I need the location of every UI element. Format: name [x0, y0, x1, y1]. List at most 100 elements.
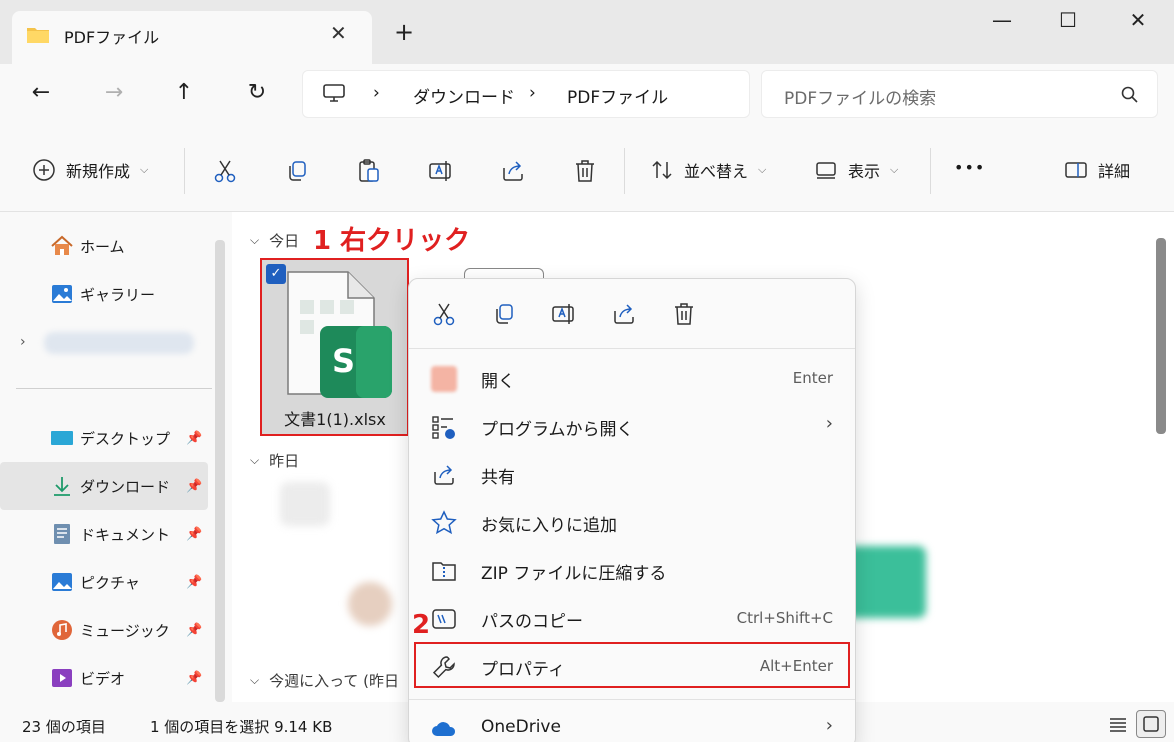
cloud-icon: [44, 332, 194, 354]
item-count: 23 個の項目: [22, 718, 106, 736]
close-window-button[interactable]: ✕: [1124, 8, 1152, 36]
pin-icon: 📌: [186, 526, 203, 542]
share-icon[interactable]: [500, 158, 526, 184]
sidebar-item-gallery[interactable]: ギャラリー: [0, 270, 208, 318]
more-options-button[interactable]: •••: [954, 158, 985, 177]
menu-item-onedrive[interactable]: OneDrive ›: [417, 705, 849, 742]
navigation-bar: ← → ↑ ↻ › ダウンロード › PDFファイル PDFファイルの検索: [0, 64, 1174, 128]
details-view-icon[interactable]: [1108, 716, 1128, 734]
chevron-right-icon: ›: [825, 715, 833, 736]
up-button[interactable]: ↑: [169, 78, 199, 108]
breadcrumb-downloads[interactable]: ダウンロード: [413, 83, 515, 108]
sidebar-item-home[interactable]: ホーム: [0, 222, 208, 270]
rename-icon[interactable]: [428, 158, 454, 184]
annotation-step1: 1 右クリック: [313, 226, 471, 256]
sidebar-item-videos[interactable]: ビデオ 📌: [0, 654, 208, 702]
download-icon: [54, 477, 70, 496]
address-bar[interactable]: › ダウンロード › PDFファイル: [302, 70, 750, 118]
video-icon: [52, 669, 72, 687]
sidebar-item-onedrive-blurred[interactable]: ›: [0, 318, 208, 366]
folder-icon: [27, 28, 49, 43]
chevron-right-icon: ›: [20, 334, 26, 350]
copy-path-icon: [432, 609, 456, 629]
view-label: 表示: [848, 162, 881, 181]
documents-icon: [54, 524, 70, 544]
delete-icon[interactable]: [671, 301, 697, 327]
divider: [409, 699, 855, 700]
home-icon: [51, 235, 73, 255]
delete-icon[interactable]: [572, 158, 598, 184]
blurred-file-thumbnail[interactable]: [348, 582, 392, 626]
sort-label: 並べ替え: [684, 162, 749, 181]
copy-icon[interactable]: [284, 158, 310, 184]
pin-icon: 📌: [186, 574, 203, 590]
context-quick-actions: [409, 279, 855, 349]
annotation-box-properties: [414, 642, 850, 688]
sidebar-item-pictures[interactable]: ピクチャ 📌: [0, 558, 208, 606]
cut-icon[interactable]: [431, 301, 457, 327]
rename-icon[interactable]: [551, 301, 577, 327]
refresh-button[interactable]: ↻: [242, 78, 272, 108]
pin-icon: 📌: [186, 670, 203, 686]
selection-info: 1 個の項目を選択 9.14 KB: [150, 718, 333, 736]
pictures-icon: [52, 573, 72, 591]
menu-item-open-with[interactable]: プログラムから開く ›: [417, 403, 849, 449]
search-input[interactable]: PDFファイルの検索: [761, 70, 1158, 118]
view-icon: [816, 162, 836, 179]
sidebar-scrollbar[interactable]: [215, 240, 225, 702]
gallery-icon: [52, 285, 72, 303]
chevron-down-icon: ⌵: [250, 673, 260, 687]
cut-icon[interactable]: [212, 158, 238, 184]
sidebar-item-music[interactable]: ミュージック 📌: [0, 606, 208, 654]
sort-icon: [652, 160, 672, 180]
copy-icon[interactable]: [491, 301, 517, 327]
share-icon[interactable]: [611, 301, 637, 327]
menu-item-copy-path[interactable]: パスのコピー Ctrl+Shift+C: [417, 595, 849, 641]
open-icon: [431, 366, 457, 392]
details-button[interactable]: 詳細: [1064, 158, 1130, 182]
chevron-down-icon: ⌵: [758, 163, 767, 176]
chevron-down-icon: ⌵: [890, 163, 899, 176]
menu-item-compress-zip[interactable]: ZIP ファイルに圧縮する: [417, 547, 849, 593]
annotation-box-file: [260, 258, 409, 436]
group-header-this-week[interactable]: ⌵ 今週に入って (昨日: [250, 670, 399, 691]
tab-pdf-folder[interactable]: PDFファイル ✕: [12, 11, 372, 64]
blurred-file-thumbnail[interactable]: [280, 482, 330, 526]
music-icon: [52, 620, 72, 640]
divider: [624, 148, 625, 194]
chevron-down-icon: ⌵: [140, 163, 149, 176]
divider: [184, 148, 185, 194]
plus-circle-icon: [33, 159, 55, 181]
menu-item-add-favorite[interactable]: お気に入りに追加: [417, 499, 849, 545]
breadcrumb-pdf-folder[interactable]: PDFファイル: [567, 83, 668, 108]
star-icon: [431, 510, 457, 535]
maximize-button[interactable]: ☐: [1054, 8, 1082, 36]
sidebar-item-desktop[interactable]: デスクトップ 📌: [0, 414, 208, 462]
tab-close-icon[interactable]: ✕: [330, 21, 347, 45]
group-header-yesterday[interactable]: ⌵ 昨日: [250, 450, 299, 471]
minimize-button[interactable]: —: [988, 8, 1016, 36]
menu-item-share[interactable]: 共有: [417, 451, 849, 497]
sort-button[interactable]: 並べ替え ⌵: [650, 158, 766, 182]
chevron-down-icon: ⌵: [250, 453, 260, 467]
menu-item-open[interactable]: 開く Enter: [417, 355, 849, 401]
breadcrumb-separator: ›: [529, 83, 536, 103]
back-button[interactable]: ←: [26, 78, 56, 108]
new-button[interactable]: 新規作成 ⌵: [32, 158, 148, 182]
divider: [16, 388, 212, 389]
group-header-today[interactable]: ⌵ 今日: [250, 230, 299, 251]
tiles-view-icon: [1143, 716, 1159, 732]
chevron-right-icon: ›: [825, 413, 833, 434]
sidebar-item-documents[interactable]: ドキュメント 📌: [0, 510, 208, 558]
new-tab-button[interactable]: +: [394, 18, 414, 46]
onedrive-cloud-icon: [432, 722, 456, 736]
content-scrollbar[interactable]: [1156, 238, 1166, 434]
pin-icon: 📌: [186, 430, 203, 446]
share-icon: [434, 465, 454, 485]
paste-icon[interactable]: [356, 158, 382, 184]
view-button[interactable]: 表示 ⌵: [814, 158, 898, 182]
forward-button[interactable]: →: [99, 78, 129, 108]
large-icons-view-button[interactable]: [1136, 710, 1166, 738]
sidebar-item-downloads[interactable]: ダウンロード 📌: [0, 462, 208, 510]
breadcrumb-separator: ›: [373, 83, 380, 103]
